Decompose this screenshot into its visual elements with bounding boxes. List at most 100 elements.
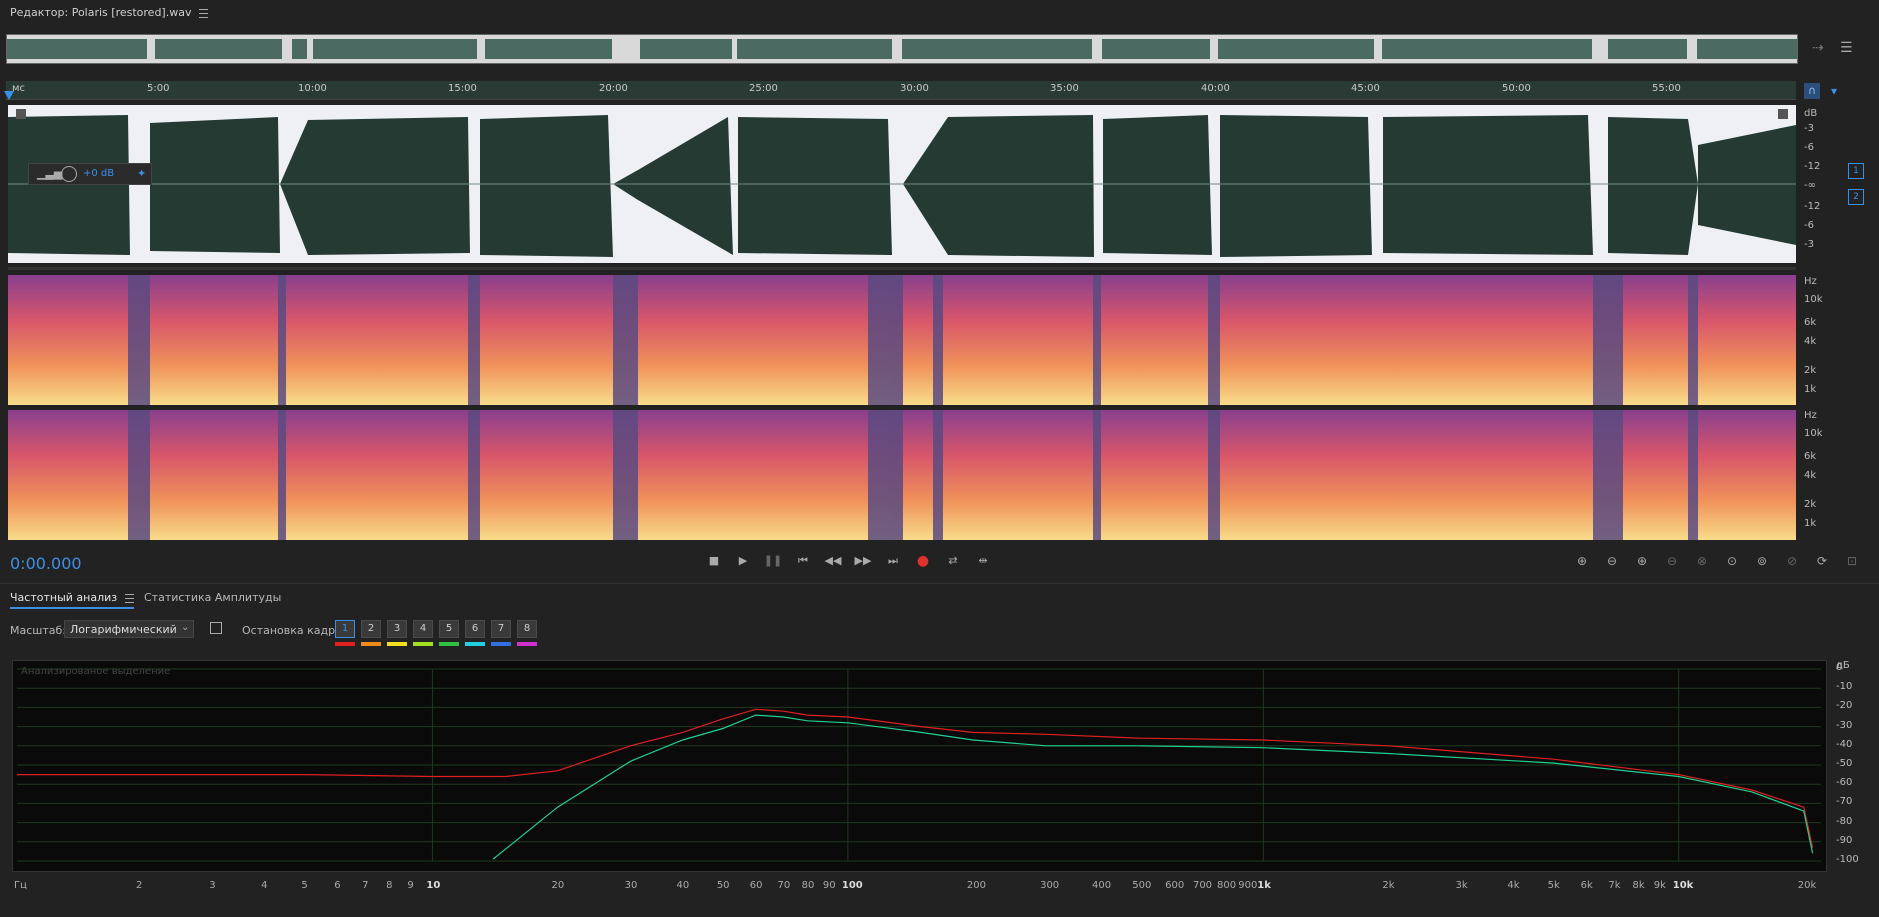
spectrogram-graphic-2 bbox=[8, 410, 1796, 540]
fade-in-handle[interactable] bbox=[16, 109, 26, 119]
hz-tick-label: 2 bbox=[136, 880, 143, 891]
panel-menu-icon[interactable] bbox=[125, 593, 135, 603]
hz-tick-label: 300 bbox=[1040, 880, 1060, 891]
panel-layout-icon[interactable]: ☰ bbox=[1840, 40, 1853, 56]
ruler-label: 35:00 bbox=[1050, 83, 1079, 94]
hz-tick-label: 7k bbox=[1608, 880, 1621, 891]
frequency-spectrum-chart[interactable]: Анализированое выделение bbox=[12, 660, 1827, 872]
waveform-display[interactable] bbox=[8, 105, 1796, 263]
tab-frequency-analysis[interactable]: Частотный анализ bbox=[10, 591, 135, 609]
view-divider[interactable] bbox=[8, 267, 1796, 270]
rewind-icon[interactable]: ◀◀ bbox=[823, 552, 843, 570]
headphones-icon[interactable]: ∩ bbox=[1804, 83, 1820, 99]
frame-color-bar-6 bbox=[465, 642, 485, 646]
hz-label: 2k bbox=[1804, 499, 1817, 510]
zoom-selection-icon[interactable]: ⇢ bbox=[1812, 40, 1824, 56]
marker-pin-icon[interactable]: ▾ bbox=[1826, 83, 1842, 99]
frame-hold-label: Остановка кадра: bbox=[242, 624, 346, 637]
analyzed-selection-label: Анализированое выделение bbox=[21, 666, 171, 677]
skip-start-icon[interactable]: ⏮ bbox=[793, 552, 813, 570]
hud-gain-control[interactable]: ▁▃▅ +0 dB ✦ bbox=[28, 163, 152, 185]
hz-label: 4k bbox=[1804, 336, 1817, 347]
frame-button-5[interactable]: 5 bbox=[439, 620, 459, 638]
hz-tick-label: 200 bbox=[966, 880, 987, 891]
screenshot-icon[interactable] bbox=[210, 622, 222, 634]
zoom-out-full-icon[interactable]: ⊗ bbox=[1693, 552, 1711, 570]
tab-amplitude-statistics[interactable]: Статистика Амплитуды bbox=[144, 591, 281, 604]
hz-tick-label: 30 bbox=[624, 880, 638, 891]
hz-tick-label: 8 bbox=[386, 880, 393, 891]
hz-tick-label: 100 bbox=[841, 880, 863, 891]
spectrogram-channel-2[interactable] bbox=[8, 410, 1796, 540]
pin-icon[interactable]: ✦ bbox=[137, 167, 146, 180]
stop-icon[interactable]: ■ bbox=[704, 552, 724, 570]
frame-button-2[interactable]: 2 bbox=[361, 620, 381, 638]
zoom-in-point-icon[interactable]: ⊙ bbox=[1723, 552, 1741, 570]
hz-tick-label: 20 bbox=[551, 880, 565, 891]
db-tick-label: -70 bbox=[1836, 796, 1853, 808]
skip-selection-icon[interactable]: ⇹ bbox=[973, 552, 993, 570]
zoom-to-selection-icon[interactable]: ⊘ bbox=[1783, 552, 1801, 570]
playhead-marker[interactable] bbox=[4, 91, 14, 100]
ruler-label: 25:00 bbox=[749, 83, 778, 94]
channel-2-toggle[interactable]: 2 bbox=[1848, 189, 1864, 205]
gain-knob-icon[interactable] bbox=[61, 166, 77, 182]
ruler-label: 40:00 bbox=[1201, 83, 1230, 94]
frame-button-8[interactable]: 8 bbox=[517, 620, 537, 638]
frame-color-bar-5 bbox=[439, 642, 459, 646]
skip-end-icon[interactable]: ⏭ bbox=[883, 552, 903, 570]
spectrogram-graphic-1 bbox=[8, 275, 1796, 405]
zoom-out-time-icon[interactable]: ⊖ bbox=[1663, 552, 1681, 570]
hz-tick-label: 90 bbox=[822, 880, 836, 891]
hz-tick-label: 4 bbox=[261, 880, 268, 891]
editor-menu-icon[interactable] bbox=[199, 8, 209, 18]
frame-color-bar-1 bbox=[335, 642, 355, 646]
hz-tick-label: 40 bbox=[676, 880, 690, 891]
hz-tick-label: 7 bbox=[362, 880, 369, 891]
zoom-full-icon[interactable]: ⊡ bbox=[1843, 552, 1861, 570]
scale-select[interactable]: Логарифмический ⌄ bbox=[64, 620, 194, 638]
time-ruler[interactable]: мс 5:00 10:00 15:00 20:00 25:00 30:00 35… bbox=[6, 81, 1796, 100]
frame-button-4[interactable]: 4 bbox=[413, 620, 433, 638]
frame-button-1[interactable]: 1 bbox=[335, 620, 355, 638]
fade-out-handle[interactable] bbox=[1778, 109, 1788, 119]
db-tick-label: -90 bbox=[1836, 834, 1853, 846]
zoom-in-time-icon[interactable]: ⊕ bbox=[1633, 552, 1651, 570]
zoom-out-amplitude-icon[interactable]: ⊖ bbox=[1603, 552, 1621, 570]
zoom-in-amplitude-icon[interactable]: ⊕ bbox=[1573, 552, 1591, 570]
overview-waveform[interactable] bbox=[6, 34, 1798, 64]
channel-1-toggle[interactable]: 1 bbox=[1848, 163, 1864, 179]
ruler-label: 15:00 bbox=[448, 83, 477, 94]
ruler-label: 10:00 bbox=[298, 83, 327, 94]
scale-select-value: Логарифмический bbox=[70, 623, 177, 636]
level-meter-icon: ▁▃▅ bbox=[37, 167, 63, 180]
db-tick-label: -20 bbox=[1836, 700, 1853, 712]
zoom-selection-icon[interactable]: ⊚ bbox=[1753, 552, 1771, 570]
record-icon[interactable]: ● bbox=[913, 552, 933, 570]
hz-tick-label: 60 bbox=[749, 880, 763, 891]
editor-title-text: Редактор: Polaris [restored].wav bbox=[10, 6, 192, 19]
spectrogram-channel-1[interactable] bbox=[8, 275, 1796, 405]
frame-button-6[interactable]: 6 bbox=[465, 620, 485, 638]
frame-button-7[interactable]: 7 bbox=[491, 620, 511, 638]
overview-waveform-graphic bbox=[7, 35, 1797, 63]
loop-icon[interactable]: ⇄ bbox=[943, 552, 963, 570]
timecode-display[interactable]: 0:00.000 bbox=[10, 554, 82, 573]
db-tick-label: -40 bbox=[1836, 738, 1853, 750]
pause-icon[interactable]: ❚❚ bbox=[763, 552, 783, 570]
frame-color-bar-8 bbox=[517, 642, 537, 646]
db-label: dB bbox=[1804, 108, 1818, 119]
hz-label: 1k bbox=[1804, 384, 1817, 395]
ruler-label: 30:00 bbox=[900, 83, 929, 94]
frame-color-bar-4 bbox=[413, 642, 433, 646]
fast-forward-icon[interactable]: ▶▶ bbox=[853, 552, 873, 570]
zoom-reset-icon[interactable]: ⟳ bbox=[1813, 552, 1831, 570]
frame-color-bar-3 bbox=[387, 642, 407, 646]
hz-tick-label: 400 bbox=[1091, 880, 1112, 891]
gain-value[interactable]: +0 dB bbox=[83, 168, 114, 179]
play-icon[interactable]: ▶ bbox=[733, 552, 753, 570]
hz-unit: Hz bbox=[1804, 276, 1817, 287]
frame-button-3[interactable]: 3 bbox=[387, 620, 407, 638]
ruler-label: 20:00 bbox=[599, 83, 628, 94]
hz-tick-label: Гц bbox=[14, 880, 27, 891]
